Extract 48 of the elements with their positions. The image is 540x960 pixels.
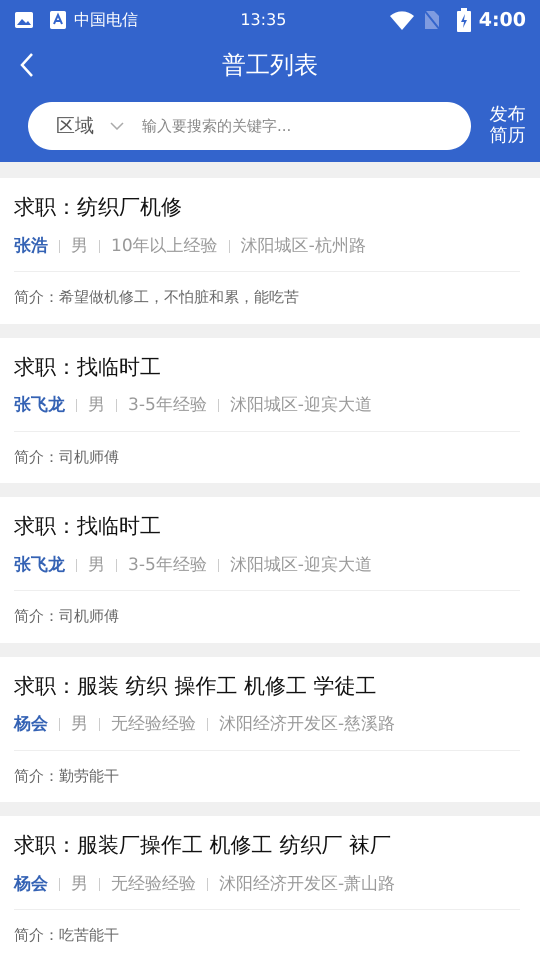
resume-card[interactable]: 求职：服装 纺织 操作工 机修工 学徒工 杨会 男 无经验经验 沭阳经济开发区-慈溪路 简介：勤劳能干 (0, 656, 540, 802)
no-sim-icon (422, 9, 441, 31)
wifi-icon (388, 10, 415, 30)
location: 沭阳城区-迎宾大道 (230, 394, 372, 417)
job-title: 求职：服装厂操作工 机修工 纺织厂 袜厂 (14, 832, 392, 859)
experience: 10年以上经验 (111, 234, 218, 258)
gender: 男 (88, 394, 105, 417)
resume-card[interactable]: 求职：找临时工 张飞龙 男 3-5年经验 沭阳城区-迎宾大道 简介：司机师傅 (0, 338, 540, 483)
location: 沭阳城区-杭州路 (240, 234, 366, 258)
carrier-name: 中国电信 (74, 9, 138, 31)
experience: 无经验经验 (111, 713, 196, 736)
battery-level: 4:00 (478, 8, 526, 33)
battery-charging-icon (456, 8, 471, 32)
applicant-name: 张飞龙 (14, 394, 65, 417)
status-time: 13:35 (240, 9, 286, 31)
text-icon (50, 11, 66, 29)
image-icon (14, 11, 34, 29)
applicant-name: 杨会 (14, 713, 48, 736)
intro-text: 简介：吃苦能干 (14, 925, 120, 946)
gender: 男 (71, 713, 88, 736)
chevron-down-icon (110, 122, 124, 130)
job-title: 求职：找临时工 (14, 513, 162, 540)
experience: 3-5年经验 (128, 394, 207, 417)
gender: 男 (88, 554, 105, 576)
applicant-name: 张飞龙 (14, 554, 65, 576)
applicant-name: 张浩 (14, 234, 48, 258)
location: 沭阳城区-迎宾大道 (230, 554, 372, 576)
search-field[interactable]: 区域 输入要搜索的关键字... (28, 102, 471, 150)
applicant-name: 杨会 (14, 872, 48, 896)
intro-text: 简介：希望做机修工，不怕脏和累，能吃苦 (14, 287, 300, 308)
job-title: 求职：服装 纺织 操作工 机修工 学徒工 (14, 672, 378, 700)
experience: 3-5年经验 (128, 554, 207, 576)
gender: 男 (71, 234, 88, 258)
resume-card[interactable]: 求职：找临时工 张飞龙 男 3-5年经验 沭阳城区-迎宾大道 简介：司机师傅 (0, 497, 540, 642)
resume-card[interactable]: 求职：服装厂操作工 机修工 纺织厂 袜厂 杨会 男 无经验经验 沭阳经济开发区-萧山路 简介：吃苦能干 (0, 816, 540, 960)
location: 沭阳经济开发区-慈溪路 (219, 713, 396, 736)
page-title: 普工列表 (222, 50, 318, 81)
job-title: 求职：纺织厂机修 (14, 194, 183, 221)
experience: 无经验经验 (111, 872, 196, 896)
publish-resume-button[interactable]: 发布简历 (486, 105, 528, 147)
region-dropdown[interactable]: 区域 (56, 112, 94, 140)
job-title: 求职：找临时工 (14, 354, 162, 380)
intro-text: 简介：勤劳能干 (14, 766, 120, 786)
gender: 男 (71, 872, 88, 896)
intro-text: 简介：司机师傅 (14, 606, 120, 627)
resume-card[interactable]: 求职：纺织厂机修 张浩 男 10年以上经验 沭阳城区-杭州路 简介：希望做机修工，不怕脏和累，能吃苦 (0, 178, 540, 324)
intro-text: 简介：司机师傅 (14, 446, 120, 468)
location: 沭阳经济开发区-萧山路 (219, 872, 396, 896)
